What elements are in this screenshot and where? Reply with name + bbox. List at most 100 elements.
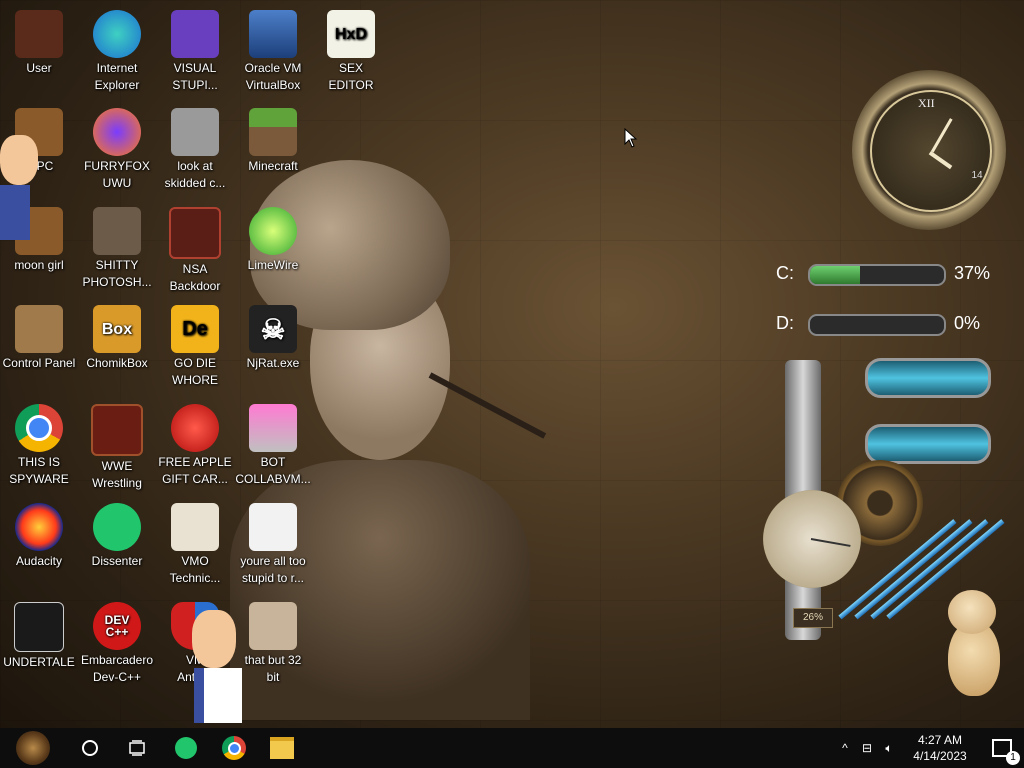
icon-label: LimeWire — [247, 258, 299, 272]
ram-tank — [865, 358, 991, 398]
steampunk-clock-widget[interactable]: XII 14 — [852, 70, 1006, 230]
desktop-icon-dev-cpp[interactable]: DEV C++ Embarcadero Dev-C++ — [78, 602, 156, 686]
clock-face: XII 14 — [870, 90, 992, 212]
portrait-image-icon — [249, 602, 297, 650]
network-icon[interactable]: ⊟ — [856, 741, 878, 755]
icon-label: Internet Explorer — [94, 61, 140, 92]
clock-numeral: XII — [918, 96, 935, 110]
drive-percent: 37% — [954, 263, 991, 283]
technician-icon — [171, 503, 219, 551]
drive-label: C: — [776, 263, 794, 283]
desktop-icon-virtualbox[interactable]: Oracle VM VirtualBox — [234, 10, 312, 94]
hamster-desktop-pet[interactable] — [940, 590, 1006, 702]
dissenter-icon — [93, 503, 141, 551]
drive-label: D: — [776, 313, 794, 333]
dev-cpp-icon: DEV C++ — [93, 602, 141, 650]
nsa-backdoor-icon — [169, 207, 221, 259]
icon-label: Oracle VM VirtualBox — [244, 61, 302, 92]
icon-label: VISUAL STUPI... — [172, 61, 218, 92]
taskbar-chrome[interactable] — [210, 728, 258, 768]
taskbar: ^ ⊟ 🔈︎ 4:27 AM 4/14/2023 1 — [0, 728, 1024, 768]
desktop-icon-control-panel[interactable]: Control Panel — [0, 305, 78, 372]
desktop-icon-dissenter[interactable]: Dissenter — [78, 503, 156, 570]
desktop-icon-minecraft[interactable]: Minecraft — [234, 108, 312, 175]
desktop-icon-skidded[interactable]: look at skidded c... — [156, 108, 234, 192]
system-tray: ^ ⊟ 🔈︎ 4:27 AM 4/14/2023 1 — [834, 728, 1024, 768]
icon-label: SHITTY PHOTOSH... — [82, 258, 152, 289]
edge-icon — [93, 10, 141, 58]
icon-label: BOT COLLABVM... — [235, 455, 311, 486]
desktop-icon-audacity[interactable]: Audacity — [0, 503, 78, 570]
desktop-icon-chomikbox[interactable]: Box ChomikBox — [78, 305, 156, 372]
wwe-icon — [91, 404, 143, 456]
desktop-icon-hex-editor[interactable]: HxD SEX EDITOR — [312, 10, 390, 94]
chevron-up-icon[interactable]: ^ — [834, 741, 856, 755]
desktop-icon-user[interactable]: User — [0, 10, 78, 77]
icon-label: look at skidded c... — [164, 159, 226, 190]
desktop-icon-chrome[interactable]: THIS IS SPYWARE — [0, 404, 78, 488]
desktop-icon-wwe[interactable]: WWE Wrestling — [78, 404, 156, 492]
icon-label: Minecraft — [248, 159, 298, 173]
audacity-icon — [15, 503, 63, 551]
drive-usage-fill — [810, 266, 860, 284]
minecraft-grass-block-icon — [249, 108, 297, 156]
hour-hand — [928, 151, 953, 170]
icon-label: moon girl — [14, 258, 64, 272]
dev-editor-icon: De — [171, 305, 219, 353]
taskbar-time: 4:27 AM — [917, 733, 963, 747]
start-button[interactable] — [0, 728, 66, 768]
desktop-icon-go-die[interactable]: De GO DIE WHORE — [156, 305, 234, 389]
icon-label: NSA Backdoor — [169, 262, 221, 293]
task-view-button[interactable] — [114, 728, 162, 768]
desktop-pet-character[interactable] — [0, 135, 40, 245]
desktop-icon-limewire[interactable]: LimeWire — [234, 207, 312, 274]
icon-label: THIS IS SPYWARE — [9, 455, 69, 486]
desktop-icon-visual-studio[interactable]: VISUAL STUPI... — [156, 10, 234, 94]
icon-label: ChomikBox — [86, 356, 148, 370]
desktop-icon-nsa-backdoor[interactable]: NSA Backdoor — [156, 207, 234, 295]
task-view-icon — [129, 740, 145, 756]
icon-label: SEX EDITOR — [328, 61, 374, 92]
desktop-icon-internet-explorer[interactable]: Internet Explorer — [78, 10, 156, 94]
icon-label: NjRat.exe — [246, 356, 300, 370]
volume-muted-icon[interactable]: 🔈︎ — [878, 741, 900, 756]
taskbar-dissenter[interactable] — [162, 728, 210, 768]
desktop-icon-apple-gift-card[interactable]: FREE APPLE GIFT CAR... — [156, 404, 234, 488]
portrait-image-icon — [249, 503, 297, 551]
taskbar-clock[interactable]: 4:27 AM 4/14/2023 — [900, 732, 980, 764]
icon-label: UNDERTALE — [3, 655, 75, 669]
hxd-icon: HxD — [327, 10, 375, 58]
desktop-icon-njrat[interactable]: ☠ NjRat.exe — [234, 305, 312, 372]
icon-label: FURRYFOX UWU — [84, 159, 150, 190]
limewire-icon — [249, 207, 297, 255]
icon-label: VMO Technic... — [169, 554, 221, 585]
icon-label: Control Panel — [2, 356, 76, 370]
chomikbox-icon: Box — [93, 305, 141, 353]
desktop-icon-vmo-technic[interactable]: VMO Technic... — [156, 503, 234, 587]
user-folder-icon — [15, 10, 63, 58]
icon-label: Dissenter — [91, 554, 143, 568]
minute-hand — [931, 118, 953, 153]
desktop-icon-undertale[interactable]: UNDERTALE — [0, 602, 78, 671]
apple-icon — [171, 404, 219, 452]
desktop-pet-character[interactable] — [188, 610, 242, 725]
action-center-button[interactable]: 1 — [980, 739, 1024, 765]
taskbar-search-button[interactable] — [66, 728, 114, 768]
desktop-icon-gimp[interactable]: SHITTY PHOTOSH... — [78, 207, 156, 291]
desktop-icon-firefox[interactable]: FURRYFOX UWU — [78, 108, 156, 192]
desktop-icon-that-but-32-bit[interactable]: that but 32 bit — [234, 602, 312, 686]
dissenter-icon — [175, 737, 197, 759]
taskbar-file-explorer[interactable] — [258, 728, 306, 768]
gimp-icon — [93, 207, 141, 255]
icon-label: WWE Wrestling — [92, 459, 142, 490]
icon-label: youre all too stupid to r... — [240, 554, 306, 585]
icon-label: that but 32 bit — [244, 653, 302, 684]
drive-gauge-d: D: 0% — [748, 310, 1003, 336]
visual-studio-icon — [171, 10, 219, 58]
file-explorer-icon — [270, 737, 294, 759]
chrome-icon — [15, 404, 63, 452]
firefox-icon — [93, 108, 141, 156]
desktop-icon-bot-collabvm[interactable]: BOT COLLABVM... — [234, 404, 312, 488]
desktop-icon-youre-all-too-stupid[interactable]: youre all too stupid to r... — [234, 503, 312, 587]
start-orb-icon — [16, 731, 50, 765]
